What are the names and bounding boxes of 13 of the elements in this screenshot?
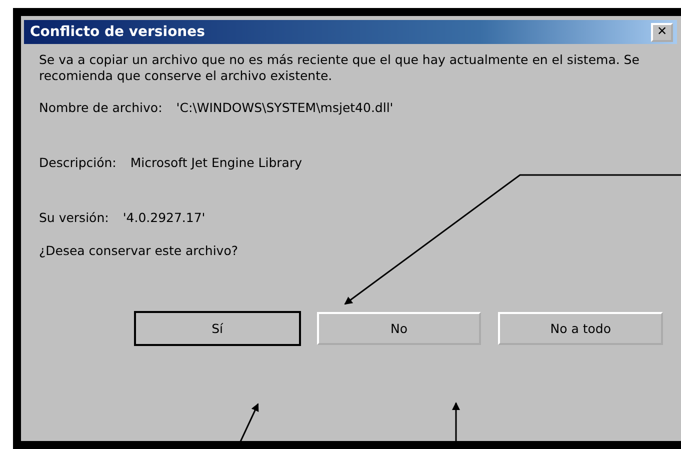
window-title: Conflicto de versiones	[30, 24, 205, 40]
question-text: ¿Desea conservar este archivo?	[39, 243, 239, 258]
dialog-button[interactable]: No	[316, 312, 482, 345]
field-label: Nombre de archivo:	[39, 100, 162, 115]
close-button[interactable]: ×	[651, 22, 673, 42]
dialog-button[interactable]: Sí	[135, 312, 300, 345]
field-label: Su versión:	[39, 210, 109, 225]
field-label: Descripción:	[39, 155, 116, 170]
message-text: Se va a copiar un archivo que no es más reciente que el que hay actualmente en el sistema. Se recomienda que conserve el archivo existente.	[39, 52, 640, 84]
field-value: '4.0.2927.17'	[122, 210, 206, 225]
dialog-button[interactable]: No a todo	[498, 312, 663, 345]
field-value: 'C:\WINDOWS\SYSTEM\msjet40.dll'	[176, 100, 394, 115]
field-value: Microsoft Jet Engine Library	[130, 155, 302, 170]
